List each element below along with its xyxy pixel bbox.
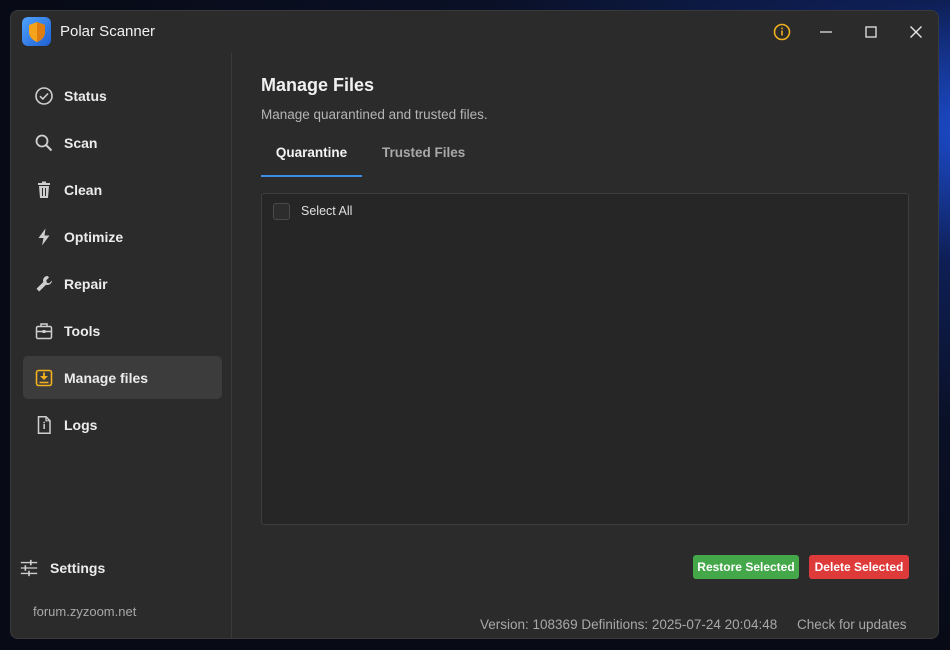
tab-trusted-files[interactable]: Trusted Files xyxy=(382,145,465,175)
restore-selected-button[interactable]: Restore Selected xyxy=(693,555,799,579)
title-bar: Polar Scanner xyxy=(11,11,938,53)
sliders-icon xyxy=(19,558,39,578)
select-all-checkbox[interactable] xyxy=(273,203,290,220)
sidebar-item-tools[interactable]: Tools xyxy=(23,309,222,352)
toolbox-icon xyxy=(34,321,54,341)
sidebar-item-status[interactable]: Status xyxy=(23,74,222,117)
sidebar-item-label: Repair xyxy=(64,275,108,292)
info-button[interactable] xyxy=(768,19,796,45)
settings-label: Settings xyxy=(50,560,106,576)
check-circle-icon xyxy=(34,86,54,106)
wrench-icon xyxy=(34,274,54,294)
forum-link[interactable]: forum.zyzoom.net xyxy=(33,604,136,619)
sidebar: Status Scan Clean Optimize Repair Tools … xyxy=(11,53,232,638)
sidebar-item-clean[interactable]: Clean xyxy=(23,168,222,211)
shield-logo-icon xyxy=(22,17,51,46)
main-panel: Manage Files Manage quarantined and trus… xyxy=(232,53,938,638)
sidebar-item-label: Status xyxy=(64,87,107,104)
minimize-icon xyxy=(820,31,832,33)
trash-icon xyxy=(34,180,54,200)
app-title: Polar Scanner xyxy=(60,23,156,40)
page-title: Manage Files xyxy=(261,75,375,95)
minimize-button[interactable] xyxy=(812,19,840,45)
file-info-icon xyxy=(34,415,54,435)
maximize-button[interactable] xyxy=(857,19,885,45)
lightning-icon xyxy=(34,227,54,247)
close-button[interactable] xyxy=(902,19,930,45)
quarantine-file-list: Select All xyxy=(261,193,909,525)
app-window: Polar Scanner Status Scan Clean Optimize… xyxy=(10,10,939,639)
search-icon xyxy=(34,133,54,153)
close-icon xyxy=(910,26,922,38)
download-box-icon xyxy=(34,368,54,388)
sidebar-item-label: Manage files xyxy=(64,369,149,386)
sidebar-item-label: Tools xyxy=(64,322,101,339)
check-updates-link[interactable]: Check for updates xyxy=(797,617,907,632)
sidebar-item-label: Scan xyxy=(64,134,98,151)
version-info: Version: 108369 Definitions: 2025-07-24 … xyxy=(480,617,778,632)
delete-selected-button[interactable]: Delete Selected xyxy=(809,555,909,579)
sidebar-item-label: Logs xyxy=(64,416,98,433)
sidebar-item-scan[interactable]: Scan xyxy=(23,121,222,164)
page-subtitle: Manage quarantined and trusted files. xyxy=(261,107,488,122)
sidebar-item-manage-files[interactable]: Manage files xyxy=(23,356,222,399)
sidebar-item-label: Clean xyxy=(64,181,103,198)
sidebar-item-logs[interactable]: Logs xyxy=(23,403,222,446)
sidebar-item-label: Optimize xyxy=(64,228,124,245)
maximize-icon xyxy=(865,26,877,38)
settings-button[interactable]: Settings xyxy=(19,555,105,581)
tab-quarantine[interactable]: Quarantine xyxy=(261,145,362,177)
select-all-label[interactable]: Select All xyxy=(301,204,352,218)
sidebar-item-optimize[interactable]: Optimize xyxy=(23,215,222,258)
sidebar-item-repair[interactable]: Repair xyxy=(23,262,222,305)
info-icon xyxy=(773,23,791,41)
